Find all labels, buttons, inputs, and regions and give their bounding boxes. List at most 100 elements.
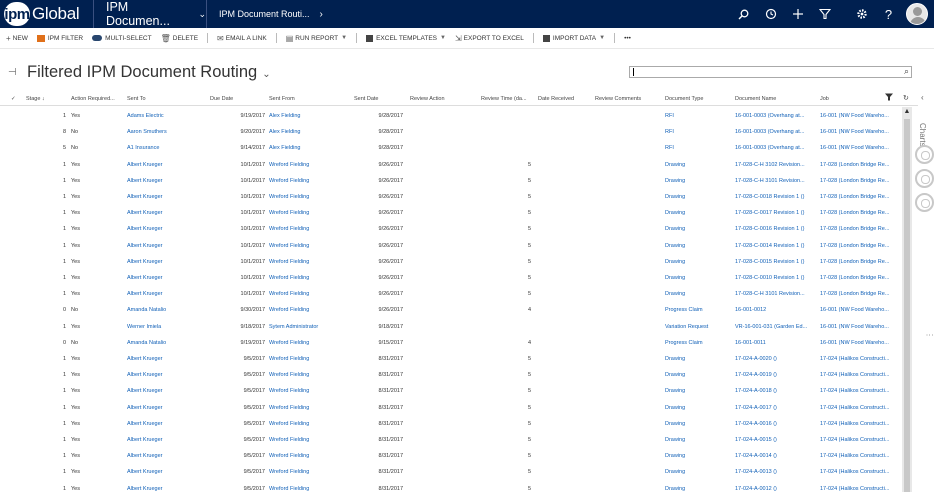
table-row[interactable]: 1 Yes Adams Electric 9/19/2017 Alex Fielding…: [0, 108, 902, 124]
cell-sent-from[interactable]: Sytem Administrator: [269, 319, 349, 335]
cell-document-type[interactable]: Drawing: [665, 351, 731, 367]
cell-document-name[interactable]: 17-024-A-0014 (): [735, 448, 813, 464]
cell-document-type[interactable]: Progress Claim: [665, 335, 731, 351]
cell-sent-to[interactable]: Albert Krueger: [127, 416, 197, 432]
table-row[interactable]: 1 Yes Albert Krueger 10/1/2017 Wreford Field…: [0, 238, 902, 254]
cell-job[interactable]: 16-001 (NW Food Wareho...: [820, 124, 900, 140]
cell-job[interactable]: 16-001 (NW Food Wareho...: [820, 108, 900, 124]
table-row[interactable]: 1 Yes Albert Krueger 10/1/2017 Wreford Field…: [0, 254, 902, 270]
cell-job[interactable]: 17-028 (London Bridge Re...: [820, 286, 900, 302]
export-excel-button[interactable]: ⇲ EXPORT TO EXCEL: [455, 34, 524, 43]
cell-sent-to[interactable]: Albert Krueger: [127, 448, 197, 464]
cell-document-type[interactable]: Drawing: [665, 367, 731, 383]
delete-button[interactable]: 🗑 DELETE: [161, 34, 198, 43]
cell-job[interactable]: 16-001 (NW Food Wareho...: [820, 302, 900, 318]
cell-document-name[interactable]: 17-024-A-0019 (): [735, 367, 813, 383]
cell-job[interactable]: 17-028 (London Bridge Re...: [820, 205, 900, 221]
gear-icon[interactable]: [848, 0, 875, 28]
cell-sent-to[interactable]: Albert Krueger: [127, 189, 197, 205]
cell-sent-from[interactable]: Wreford Fielding: [269, 351, 349, 367]
cell-document-name[interactable]: 17-028-C-0017 Revision 1 (): [735, 205, 813, 221]
cell-sent-to[interactable]: Albert Krueger: [127, 286, 197, 302]
cell-job[interactable]: 17-028 (London Bridge Re...: [820, 189, 900, 205]
cell-document-name[interactable]: 16-001-0003 (Overhang at...: [735, 108, 813, 124]
chart-icon[interactable]: [915, 193, 934, 212]
column-header-sent-date[interactable]: Sent Date: [354, 93, 404, 105]
cell-sent-from[interactable]: Wreford Fielding: [269, 173, 349, 189]
table-row[interactable]: 1 Yes Albert Krueger 9/5/2017 Wreford Fieldi…: [0, 464, 902, 480]
cell-job[interactable]: 17-024 (Halikos Constructi...: [820, 367, 900, 383]
cell-document-name[interactable]: 16-001-0003 (Overhang at...: [735, 140, 813, 156]
cell-document-type[interactable]: Variation Request: [665, 319, 731, 335]
cell-document-type[interactable]: Drawing: [665, 400, 731, 416]
chart-icon[interactable]: [915, 145, 934, 164]
table-row[interactable]: 1 Yes Albert Krueger 10/1/2017 Wreford Field…: [0, 189, 902, 205]
select-all-checkbox[interactable]: ✓: [11, 93, 19, 105]
filter-icon[interactable]: [811, 0, 838, 28]
table-row[interactable]: 0 No Amanda Natalio 9/19/2017 Wreford Fieldi…: [0, 335, 902, 351]
cell-sent-to[interactable]: Albert Krueger: [127, 432, 197, 448]
search-input[interactable]: ⌕: [629, 66, 912, 78]
cell-job[interactable]: 17-028 (London Bridge Re...: [820, 221, 900, 237]
cell-job[interactable]: 17-028 (London Bridge Re...: [820, 254, 900, 270]
cell-job[interactable]: 17-028 (London Bridge Re...: [820, 238, 900, 254]
cell-document-name[interactable]: 17-028-C-H 3102 Revision...: [735, 157, 813, 173]
new-button[interactable]: + NEW: [6, 34, 28, 43]
table-row[interactable]: 1 Yes Albert Krueger 10/1/2017 Wreford Field…: [0, 173, 902, 189]
cell-job[interactable]: 17-024 (Halikos Constructi...: [820, 481, 900, 497]
cell-job[interactable]: 17-028 (London Bridge Re...: [820, 270, 900, 286]
column-header-review-time[interactable]: Review Time (da...: [481, 93, 531, 105]
column-header-sent-from[interactable]: Sent From: [269, 93, 349, 105]
cell-document-type[interactable]: Drawing: [665, 481, 731, 497]
cell-sent-to[interactable]: Albert Krueger: [127, 270, 197, 286]
table-row[interactable]: 1 Yes Albert Krueger 10/1/2017 Wreford Field…: [0, 286, 902, 302]
cell-document-name[interactable]: 16-001-0003 (Overhang at...: [735, 124, 813, 140]
cell-document-type[interactable]: Progress Claim: [665, 302, 731, 318]
column-header-sent-to[interactable]: Sent To: [127, 93, 197, 105]
cell-sent-from[interactable]: Wreford Fielding: [269, 302, 349, 318]
cell-sent-from[interactable]: Wreford Fielding: [269, 254, 349, 270]
column-header-review-comments[interactable]: Review Comments: [595, 93, 655, 105]
collapse-icon[interactable]: ‹: [921, 93, 924, 102]
user-avatar[interactable]: [906, 3, 928, 25]
cell-sent-to[interactable]: Albert Krueger: [127, 238, 197, 254]
cell-sent-to[interactable]: Albert Krueger: [127, 481, 197, 497]
cell-job[interactable]: 17-024 (Halikos Constructi...: [820, 448, 900, 464]
cell-sent-from[interactable]: Wreford Fielding: [269, 367, 349, 383]
column-header-date-received[interactable]: Date Received: [538, 93, 588, 105]
more-icon[interactable]: ⋮: [925, 331, 934, 339]
cell-job[interactable]: 17-024 (Halikos Constructi...: [820, 383, 900, 399]
cell-document-type[interactable]: Drawing: [665, 173, 731, 189]
column-header-stage[interactable]: Stage ↓: [26, 93, 66, 105]
cell-job[interactable]: 17-024 (Halikos Constructi...: [820, 416, 900, 432]
table-row[interactable]: 1 Yes Werner Imiela 9/18/2017 Sytem Administ…: [0, 319, 902, 335]
cell-document-type[interactable]: Drawing: [665, 383, 731, 399]
history-icon[interactable]: [757, 0, 784, 28]
cell-sent-to[interactable]: Albert Krueger: [127, 254, 197, 270]
cell-sent-from[interactable]: Alex Fielding: [269, 108, 349, 124]
table-row[interactable]: 8 No Aaron Smuthers 9/20/2017 Alex Fielding 9…: [0, 124, 902, 140]
cell-sent-to[interactable]: Albert Krueger: [127, 367, 197, 383]
table-row[interactable]: 1 Yes Albert Krueger 9/5/2017 Wreford Fieldi…: [0, 448, 902, 464]
cell-sent-to[interactable]: Aaron Smuthers: [127, 124, 197, 140]
cell-document-type[interactable]: Drawing: [665, 189, 731, 205]
charts-label[interactable]: Charts: [918, 123, 927, 147]
cell-document-type[interactable]: RFI: [665, 140, 731, 156]
table-row[interactable]: 1 Yes Albert Krueger 10/1/2017 Wreford Field…: [0, 221, 902, 237]
cell-job[interactable]: 17-028 (London Bridge Re...: [820, 173, 900, 189]
cell-job[interactable]: 16-001 (NW Food Wareho...: [820, 335, 900, 351]
filter-icon[interactable]: [885, 93, 895, 106]
cell-document-type[interactable]: Drawing: [665, 416, 731, 432]
table-row[interactable]: 5 No A1 Insurance 9/14/2017 Alex Fielding 9/2…: [0, 140, 902, 156]
vertical-scrollbar[interactable]: ▲: [902, 107, 912, 492]
table-row[interactable]: 1 Yes Albert Krueger 9/5/2017 Wreford Fieldi…: [0, 383, 902, 399]
table-row[interactable]: 1 Yes Albert Krueger 10/1/2017 Wreford Field…: [0, 205, 902, 221]
cell-sent-to[interactable]: Albert Krueger: [127, 464, 197, 480]
cell-sent-to[interactable]: Albert Krueger: [127, 157, 197, 173]
run-report-button[interactable]: ▤ RUN REPORT ▼: [286, 34, 347, 43]
column-header-action-required[interactable]: Action Required...: [71, 93, 123, 105]
cell-job[interactable]: 17-024 (Halikos Constructi...: [820, 351, 900, 367]
cell-document-type[interactable]: Drawing: [665, 286, 731, 302]
refresh-icon[interactable]: ↻: [903, 93, 913, 105]
cell-sent-from[interactable]: Alex Fielding: [269, 140, 349, 156]
